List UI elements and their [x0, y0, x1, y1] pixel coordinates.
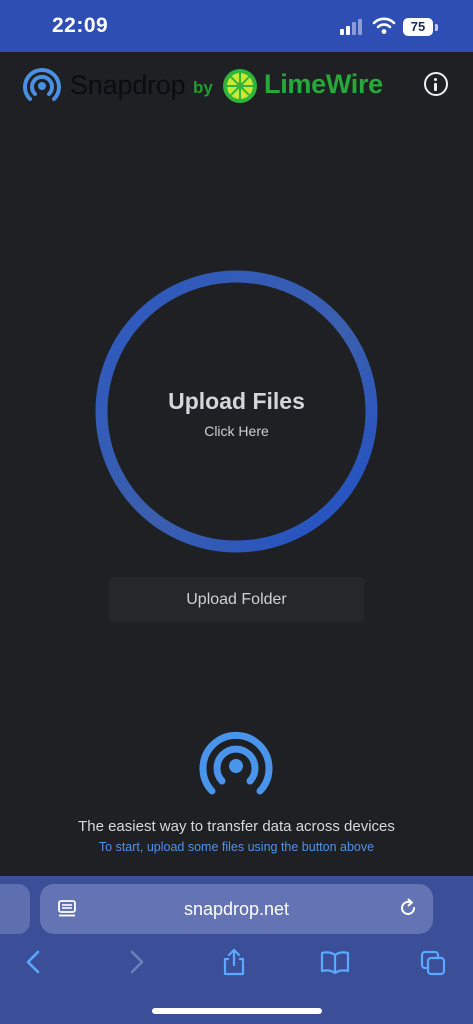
forward-icon[interactable]	[122, 948, 148, 976]
upload-folder-button[interactable]: Upload Folder	[109, 577, 364, 622]
share-icon[interactable]	[221, 948, 247, 976]
upload-files-subtitle: Click Here	[204, 423, 269, 439]
upload-files-title: Upload Files	[168, 388, 305, 414]
battery-tip	[435, 24, 438, 31]
url-text[interactable]: snapdrop.net	[40, 899, 433, 920]
snapdrop-footer-logo-icon	[199, 731, 273, 795]
tabs-icon[interactable]	[420, 948, 446, 976]
bookmarks-icon[interactable]	[320, 948, 350, 976]
reload-icon[interactable]	[398, 898, 418, 918]
info-icon[interactable]	[424, 72, 448, 96]
partner-name[interactable]: LimeWire	[264, 69, 383, 100]
home-indicator[interactable]	[152, 1008, 322, 1014]
limewire-logo-icon	[223, 69, 257, 103]
browser-toolbar: snapdrop.net	[0, 876, 473, 1024]
battery-icon: 75	[403, 18, 433, 36]
previous-tab-edge[interactable]	[0, 884, 30, 934]
footer-tagline: The easiest way to transfer data across …	[78, 818, 395, 835]
status-bar: 22:09 75	[0, 0, 473, 52]
upload-files-button[interactable]: Upload Files Click Here	[95, 270, 378, 553]
back-icon[interactable]	[22, 948, 48, 976]
snapdrop-logo-icon[interactable]	[22, 66, 62, 106]
app-header: Snapdrop by LimeWire	[0, 52, 473, 122]
status-time: 22:09	[52, 14, 109, 37]
cellular-signal-icon	[340, 19, 362, 35]
footer-hint: To start, upload some files using the bu…	[98, 840, 375, 854]
wifi-icon	[372, 17, 396, 34]
brand-name[interactable]: Snapdrop	[70, 70, 186, 101]
address-bar[interactable]: snapdrop.net	[40, 884, 433, 934]
by-label: by	[193, 78, 213, 97]
